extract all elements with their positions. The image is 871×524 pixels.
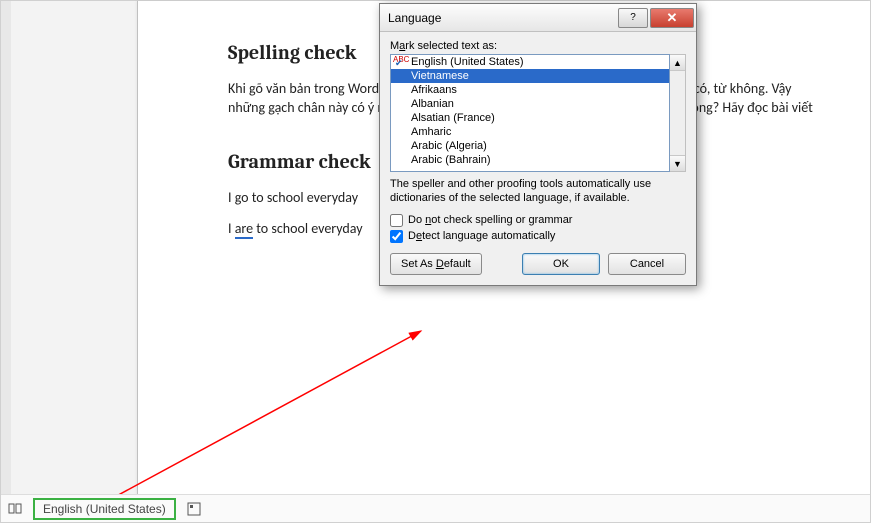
language-option[interactable]: Arabic (Bahrain) — [391, 153, 669, 167]
para3-prefix: I — [228, 220, 235, 237]
window-gutter — [1, 1, 11, 495]
set-default-button[interactable]: Set As Default — [390, 253, 482, 275]
language-option[interactable]: Vietnamese — [391, 69, 669, 83]
mark-selected-label: Mark selected text as: — [390, 40, 686, 52]
macro-icon[interactable] — [186, 501, 202, 517]
scroll-up-icon[interactable]: ▲ — [670, 55, 685, 71]
language-listbox[interactable]: ABC✔English (United States)VietnameseAfr… — [390, 54, 670, 172]
language-indicator[interactable]: English (United States) — [33, 498, 176, 520]
listbox-scrollbar[interactable]: ▲ ▼ — [670, 54, 686, 172]
book-icon[interactable] — [7, 501, 23, 517]
dialog-titlebar[interactable]: Language ? ✕ — [380, 4, 696, 32]
close-button[interactable]: ✕ — [650, 8, 694, 28]
language-option[interactable]: ABC✔English (United States) — [391, 55, 669, 69]
no-check-input[interactable] — [390, 214, 403, 227]
dialog-title: Language — [388, 11, 618, 25]
scroll-down-icon[interactable]: ▼ — [670, 155, 685, 171]
help-button[interactable]: ? — [618, 8, 648, 28]
status-bar: English (United States) — [1, 494, 870, 522]
detect-lang-input[interactable] — [390, 230, 403, 243]
document-margin — [11, 1, 137, 495]
ok-button[interactable]: OK — [522, 253, 600, 275]
language-option[interactable]: Alsatian (France) — [391, 111, 669, 125]
para3-suffix: to school everyday — [253, 220, 362, 237]
language-option[interactable]: Albanian — [391, 97, 669, 111]
cancel-button[interactable]: Cancel — [608, 253, 686, 275]
proofing-note: The speller and other proofing tools aut… — [390, 178, 686, 206]
language-option[interactable]: Afrikaans — [391, 83, 669, 97]
language-option[interactable]: Arabic (Algeria) — [391, 139, 669, 153]
detect-lang-checkbox[interactable]: Detect language automatically — [390, 230, 686, 243]
language-option[interactable]: Amharic — [391, 125, 669, 139]
grammar-error-word[interactable]: are — [235, 220, 253, 239]
no-check-checkbox[interactable]: Do not check spelling or grammar — [390, 214, 686, 227]
language-dialog: Language ? ✕ Mark selected text as: ABC✔… — [379, 3, 697, 286]
